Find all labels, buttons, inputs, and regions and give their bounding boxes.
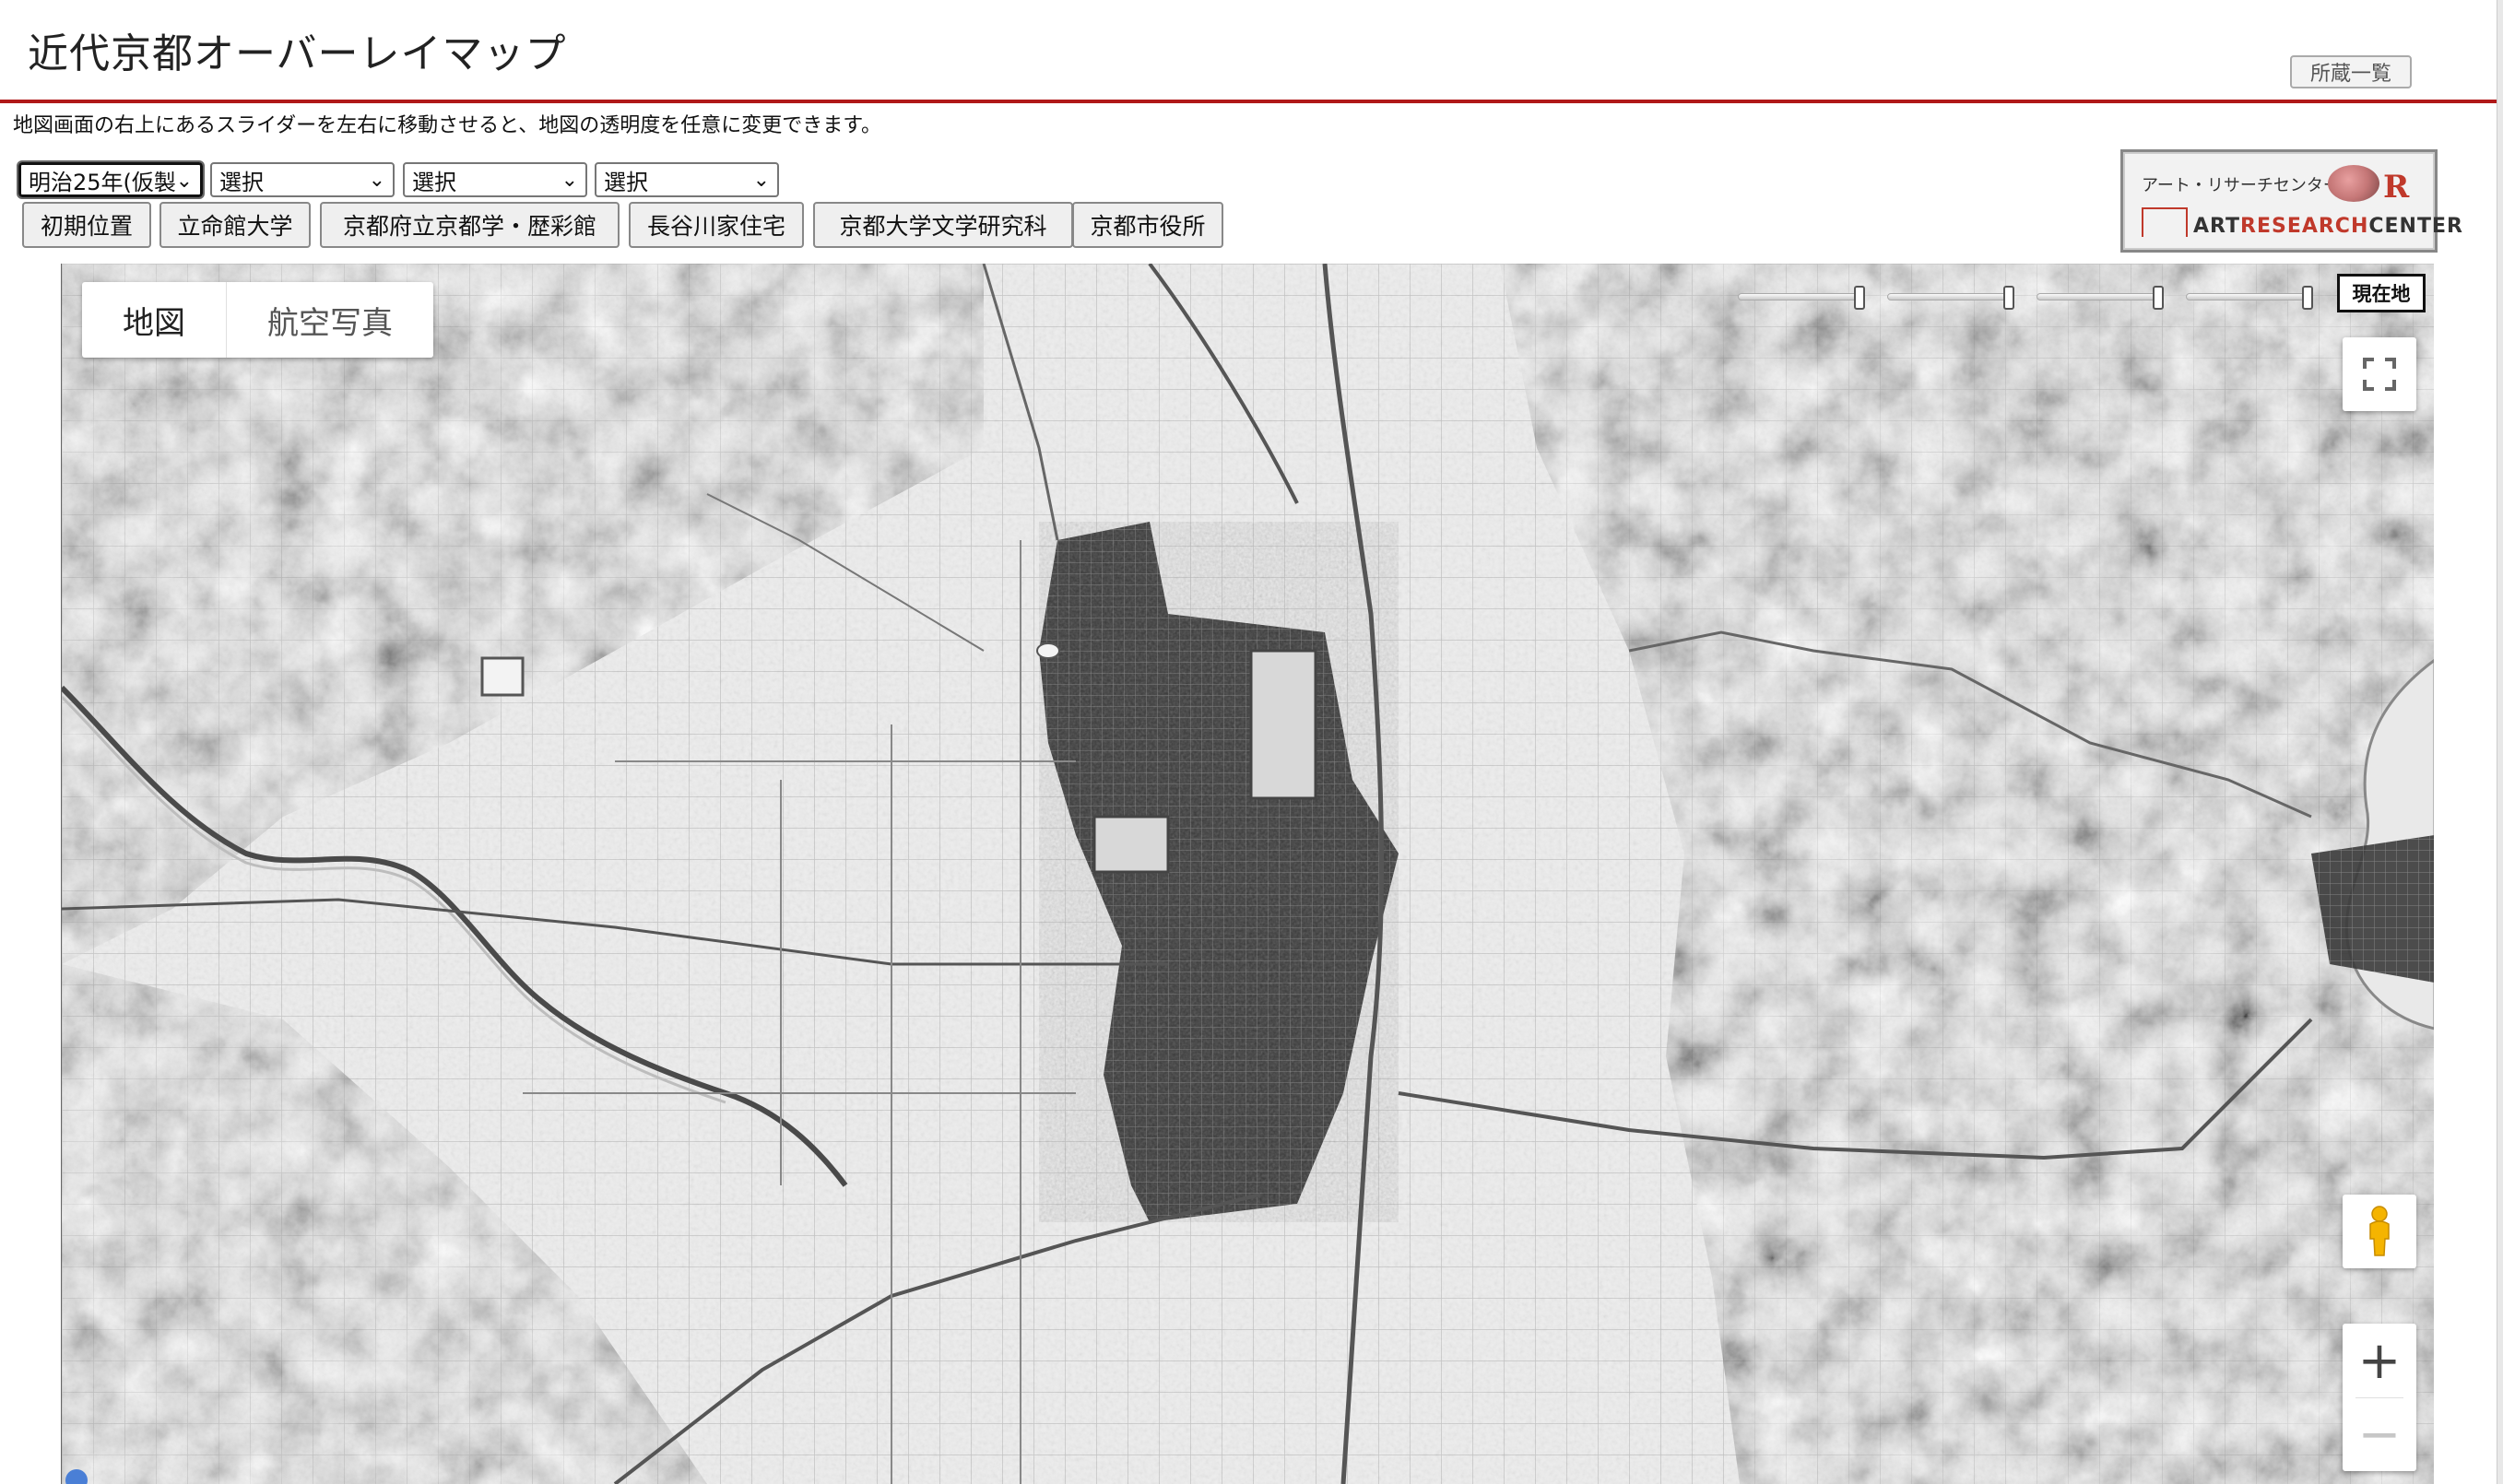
- overlay-select-2[interactable]: 選択 ⌄: [210, 162, 395, 197]
- zoom-out-button[interactable]: −: [2343, 1397, 2416, 1471]
- map-type-control: 地図 航空写真: [82, 282, 433, 358]
- ritsumeikan-button[interactable]: 立命館大学: [159, 202, 311, 248]
- flower-icon: [2328, 165, 2379, 202]
- era-select[interactable]: 明治25年(仮製 ⌄: [17, 160, 205, 199]
- fullscreen-icon: [2363, 358, 2396, 391]
- chevron-down-icon: ⌄: [561, 169, 578, 192]
- building-icon: [2142, 207, 2188, 237]
- chevron-down-icon: ⌄: [752, 169, 770, 192]
- overlay-select-3[interactable]: 選択 ⌄: [403, 162, 587, 197]
- collection-list-button[interactable]: 所蔵一覧: [2290, 55, 2412, 88]
- chevron-down-icon: ⌄: [368, 169, 385, 192]
- window-scrollbar[interactable]: [2497, 0, 2503, 1484]
- kyoto-univ-letters-button[interactable]: 京都大学文学研究科: [813, 202, 1073, 248]
- initial-position-button[interactable]: 初期位置: [22, 202, 151, 248]
- overlay-select-3-value: 選択: [412, 169, 456, 195]
- current-location-button[interactable]: 現在地: [2337, 274, 2426, 312]
- map-type-map-button[interactable]: 地図: [82, 282, 226, 358]
- instruction-text: 地図画面の右上にあるスライダーを左右に移動させると、地図の透明度を任意に変更でき…: [13, 114, 882, 137]
- slider-thumb: [2302, 286, 2313, 310]
- opacity-slider-3[interactable]: [2037, 286, 2164, 310]
- zoom-control: + −: [2343, 1324, 2416, 1471]
- fullscreen-button[interactable]: [2343, 337, 2416, 411]
- slider-thumb: [1854, 286, 1865, 310]
- map-canvas[interactable]: 地図 航空写真 現在地 + −: [61, 264, 2434, 1484]
- era-select-value: 明治25年(仮製: [29, 169, 176, 195]
- kyoto-institute-library-button[interactable]: 京都府立京都学・歴彩館: [320, 202, 620, 248]
- logo-r-mark: R: [2383, 169, 2410, 206]
- street-view-button[interactable]: [2343, 1195, 2416, 1268]
- slider-thumb: [2003, 286, 2014, 310]
- page-title: 近代京都オーバーレイマップ: [28, 30, 567, 77]
- slider-thumb: [2153, 286, 2164, 310]
- art-research-center-logo[interactable]: アート・リサーチセンター R ARTRESEARCHCENTER: [2120, 149, 2462, 253]
- overlay-select-2-value: 選択: [219, 169, 264, 195]
- hasegawa-residence-button[interactable]: 長谷川家住宅: [629, 202, 804, 248]
- historical-map-image: [62, 264, 2434, 1484]
- map-type-satellite-button[interactable]: 航空写真: [226, 282, 433, 358]
- overlay-select-4-value: 選択: [604, 169, 648, 195]
- kyoto-city-hall-button[interactable]: 京都市役所: [1072, 202, 1223, 248]
- zoom-in-button[interactable]: +: [2343, 1324, 2416, 1397]
- logo-en-text: ARTRESEARCHCENTER: [2193, 215, 2463, 238]
- opacity-slider-4[interactable]: [2186, 286, 2313, 310]
- pegman-icon: [2369, 1206, 2390, 1256]
- overlay-select-4[interactable]: 選択 ⌄: [595, 162, 779, 197]
- chevron-down-icon: ⌄: [175, 170, 193, 193]
- opacity-slider-1[interactable]: [1738, 286, 1865, 310]
- logo-jp-text: アート・リサーチセンター: [2142, 176, 2340, 195]
- opacity-slider-2[interactable]: [1887, 286, 2014, 310]
- page-header: 近代京都オーバーレイマップ 所蔵一覧: [0, 0, 2497, 103]
